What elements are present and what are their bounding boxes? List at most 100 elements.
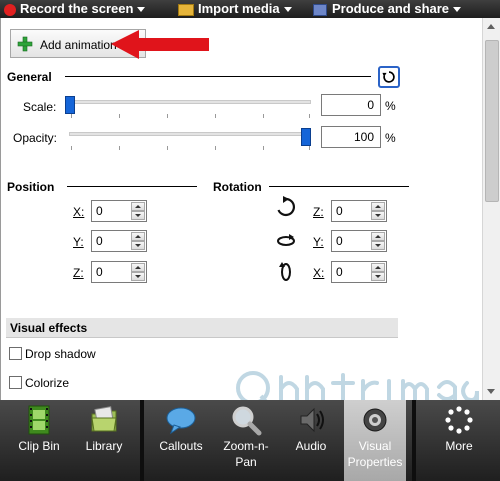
scale-tick [263, 114, 264, 118]
opacity-slider-track[interactable] [69, 132, 311, 136]
plus-icon [17, 36, 33, 52]
increment-button[interactable] [131, 232, 145, 241]
increment-button[interactable] [371, 232, 385, 241]
opacity-tick [309, 146, 310, 150]
decrement-button[interactable] [131, 211, 145, 220]
rotation-x-label: X: [313, 266, 325, 280]
magnifier-icon [232, 406, 262, 436]
scale-tick [167, 114, 168, 118]
opacity-tick [215, 146, 216, 150]
speaker-icon [300, 407, 324, 433]
record-icon [4, 3, 16, 16]
rotation-x-stepper[interactable]: 0 [331, 261, 387, 283]
position-z-stepper[interactable]: 0 [91, 261, 147, 283]
visual-properties-button[interactable]: Visual Properties [344, 400, 406, 481]
scale-label: Scale: [23, 100, 57, 114]
audio-button[interactable]: Audio [280, 400, 342, 481]
decrement-button[interactable] [371, 272, 385, 281]
opacity-slider-thumb[interactable] [301, 128, 311, 146]
produce-menu-label: Produce and share [332, 1, 450, 16]
scale-slider-track[interactable] [69, 100, 311, 104]
zoom-n-pan-button[interactable]: Zoom-n- Pan [214, 400, 278, 481]
vertical-scrollbar[interactable] [482, 18, 500, 400]
chevron-down-icon [137, 7, 146, 13]
audio-label: Audio [295, 439, 327, 453]
rotation-y-stepper[interactable]: 0 [331, 230, 387, 252]
record-menu-label: Record the screen [20, 1, 134, 16]
scale-tick [215, 114, 216, 118]
clip-bin-label: Clip Bin [18, 439, 60, 453]
scale-tick [309, 114, 310, 118]
general-heading: General [7, 70, 52, 84]
scale-tick [71, 114, 72, 118]
opacity-tick [263, 146, 264, 150]
rotation-z-label: Z: [313, 205, 324, 219]
scroll-down-icon[interactable] [487, 389, 495, 394]
reset-icon[interactable] [378, 66, 400, 88]
decrement-button[interactable] [131, 241, 145, 250]
position-x-value: 0 [96, 204, 103, 218]
scroll-up-icon[interactable] [487, 24, 495, 29]
library-folder-icon [91, 406, 117, 432]
import-menu-label: Import media [198, 1, 280, 16]
position-z-value: 0 [96, 265, 103, 279]
chevron-down-icon [283, 7, 292, 13]
opacity-input[interactable]: 100 [321, 126, 381, 148]
opacity-label: Opacity: [13, 131, 58, 145]
position-y-value: 0 [96, 234, 103, 248]
more-button[interactable]: More [424, 400, 494, 481]
decrement-button[interactable] [131, 272, 145, 281]
drop-shadow-checkbox[interactable] [9, 347, 22, 360]
top-menu-bar: Record the screen Import media Produce a… [0, 0, 500, 18]
scrollbar-thumb[interactable] [485, 40, 499, 202]
callouts-button[interactable]: Callouts [150, 400, 212, 481]
increment-button[interactable] [131, 202, 145, 211]
position-z-label: Z: [73, 266, 84, 280]
scale-tick [119, 114, 120, 118]
red-arrow-annotation [111, 30, 209, 59]
more-dots-icon [445, 406, 473, 434]
opacity-tick [71, 146, 72, 150]
position-divider [67, 186, 197, 187]
position-y-label: Y: [73, 235, 84, 249]
opacity-tick [119, 146, 120, 150]
scale-slider-thumb[interactable] [65, 96, 75, 114]
rotate-x-icon [279, 262, 291, 281]
clip-bin-button[interactable]: Clip Bin [0, 400, 78, 481]
position-y-stepper[interactable]: 0 [91, 230, 147, 252]
bottom-toolbar: Clip Bin Library Callouts Zoom-n- Pan Aud… [0, 400, 500, 481]
scale-percent-label: % [385, 99, 396, 113]
produce-share-menu[interactable]: Produce and share [313, 0, 462, 18]
rotation-z-stepper[interactable]: 0 [331, 200, 387, 222]
record-screen-menu[interactable]: Record the screen [4, 0, 146, 18]
toolbar-separator [412, 400, 416, 481]
drop-shadow-label: Drop shadow [25, 347, 96, 361]
film-icon [313, 3, 327, 16]
decrement-button[interactable] [371, 241, 385, 250]
library-button[interactable]: Library [72, 400, 136, 481]
visual-properties-label: Visual Properties [347, 439, 403, 469]
colorize-checkbox[interactable] [9, 376, 22, 389]
increment-button[interactable] [371, 202, 385, 211]
opacity-percent-label: % [385, 131, 396, 145]
rotate-y-icon [277, 234, 295, 246]
scale-input[interactable]: 0 [321, 94, 381, 116]
increment-button[interactable] [131, 263, 145, 272]
general-divider [65, 76, 371, 77]
decrement-button[interactable] [371, 211, 385, 220]
visual-properties-panel: Add animation General Scale: 0 % Opacity… [0, 18, 483, 400]
folder-icon [178, 3, 194, 16]
position-x-label: X: [73, 205, 85, 219]
increment-button[interactable] [371, 263, 385, 272]
visual-effects-heading: Visual effects [10, 321, 88, 335]
rotation-y-label: Y: [313, 235, 324, 249]
more-label: More [445, 439, 473, 453]
import-media-menu[interactable]: Import media [178, 0, 292, 18]
chevron-down-icon [453, 7, 462, 13]
position-x-stepper[interactable]: 0 [91, 200, 147, 222]
speech-bubble-icon [166, 407, 196, 435]
opacity-tick [167, 146, 168, 150]
library-label: Library [85, 439, 123, 453]
zoom-n-pan-label: Zoom-n- Pan [223, 439, 269, 469]
rotation-x-value: 0 [336, 265, 343, 279]
